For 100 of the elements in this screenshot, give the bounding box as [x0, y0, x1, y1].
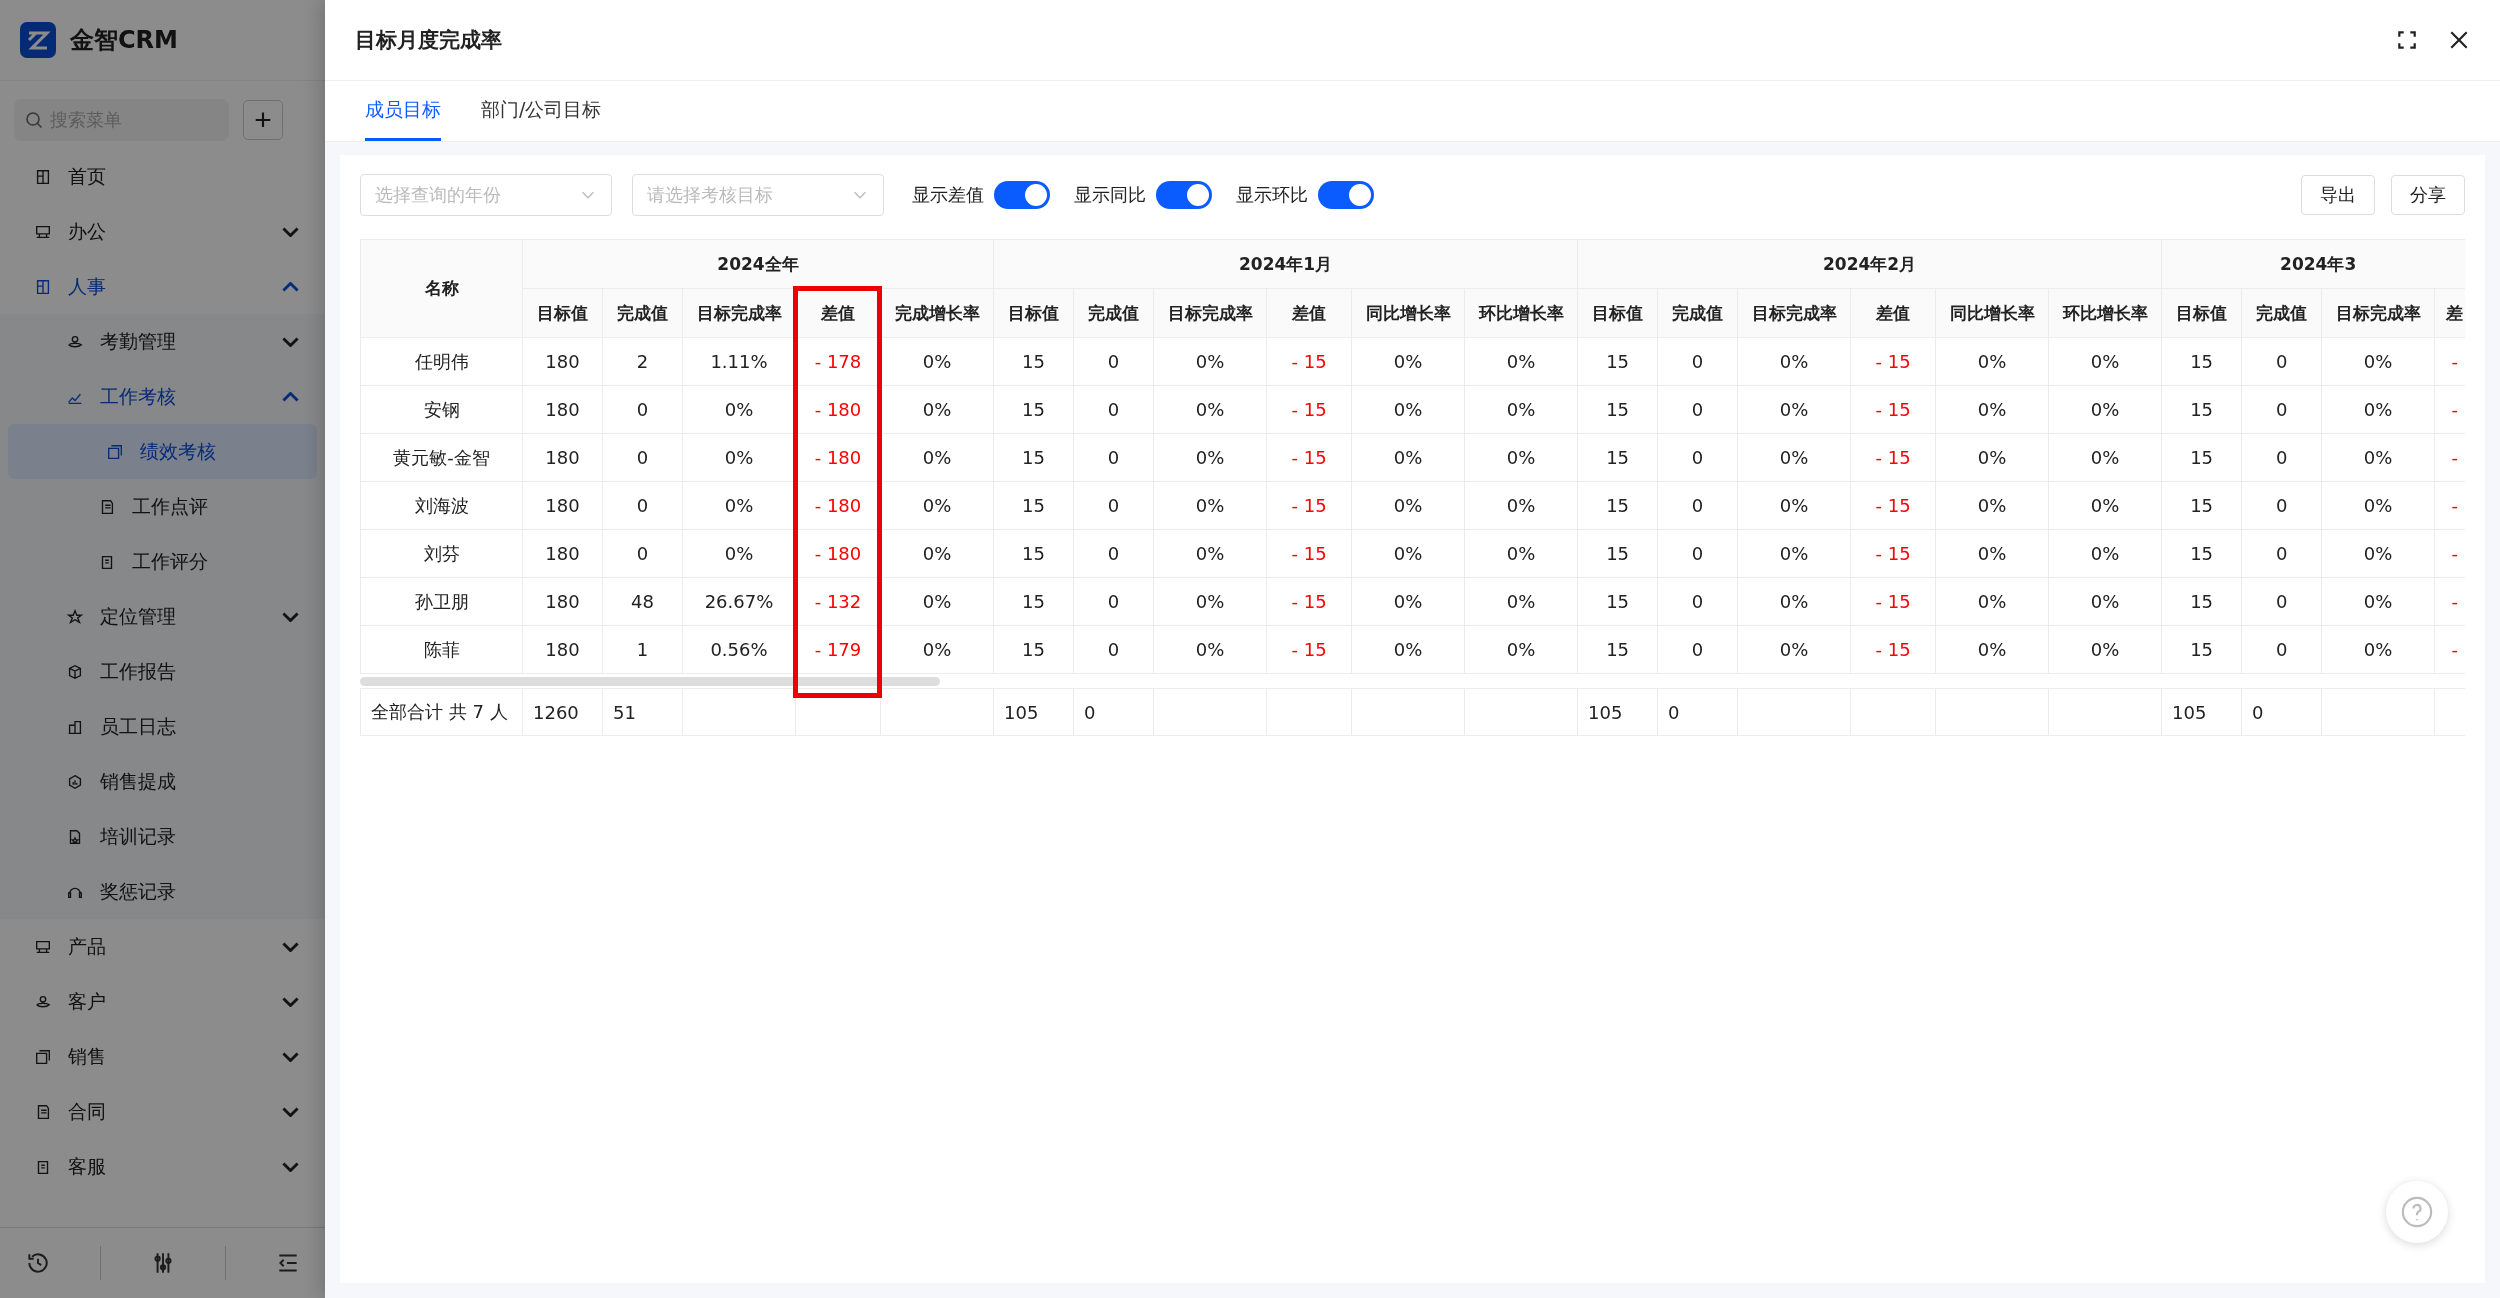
sidebar-item[interactable]: 工作考核 [0, 369, 325, 424]
table-cell: 0% [2321, 337, 2435, 386]
table-cell: 0% [1153, 577, 1267, 626]
table-cell: 0 [2241, 625, 2322, 674]
menu-item-icon [66, 607, 84, 626]
sidebar-item[interactable]: 办公 [0, 204, 325, 259]
column-header: 目标完成率 [682, 288, 796, 338]
table-cell: 0% [2048, 481, 2162, 530]
table-cell: 15 [1577, 337, 1658, 386]
table-cell: 0% [1351, 481, 1465, 530]
sidebar-item[interactable]: 工作报告 [0, 644, 325, 699]
sidebar-item[interactable]: 首页 [0, 149, 325, 204]
table-cell: 15 [2161, 481, 2242, 530]
sidebar-item[interactable]: 合同 [0, 1084, 325, 1139]
column-header: 目标完成率 [2321, 288, 2435, 338]
column-header: 目标值 [522, 288, 603, 338]
column-header: 完成值 [2241, 288, 2322, 338]
action-button[interactable]: 分享 [2391, 175, 2465, 215]
table-cell: 0% [2321, 481, 2435, 530]
menu-item-icon [66, 662, 84, 681]
table-cell: 0% [1935, 625, 2049, 674]
table-cell: 180 [522, 433, 603, 482]
toggle-switch[interactable] [994, 181, 1050, 209]
table-cell: 0 [2241, 481, 2322, 530]
table-cell: 105 [993, 688, 1074, 736]
table-cell: 1 [602, 625, 683, 674]
sidebar-item[interactable]: 销售 [0, 1029, 325, 1084]
column-header: 环比增长率 [1464, 288, 1578, 338]
table-cell: 0 [1657, 433, 1738, 482]
table-cell: 0% [1464, 337, 1578, 386]
sidebar-item[interactable]: 绩效考核 [8, 424, 317, 479]
table-cell: 任明伟 [360, 337, 523, 386]
table-cell: 0 [602, 529, 683, 578]
table-cell: 0% [2321, 433, 2435, 482]
sidebar-item[interactable]: 考勤管理 [0, 314, 325, 369]
table-cell: 0% [2321, 625, 2435, 674]
sidebar-item[interactable]: 产品 [0, 919, 325, 974]
sidebar-item[interactable]: 工作评分 [0, 534, 325, 589]
chevron-down-icon [282, 996, 299, 1007]
table-cell: 180 [522, 337, 603, 386]
table-cell: 0 [1073, 385, 1154, 434]
table-cell: 黄元敏-金智 [360, 433, 523, 482]
scrollbar-thumb[interactable] [360, 676, 940, 686]
group-header: 2024年2月 [1577, 239, 2162, 289]
table-cell: 0% [1464, 433, 1578, 482]
table-cell: 0% [1464, 529, 1578, 578]
table-cell: 0 [2241, 385, 2322, 434]
add-button[interactable]: + [243, 100, 283, 140]
sidebar-item[interactable]: 培训记录 [0, 809, 325, 864]
toggle-switch[interactable] [1318, 181, 1374, 209]
table-cell: 0 [602, 433, 683, 482]
table-cell: 51 [602, 688, 683, 736]
sidebar-item[interactable]: 人事 [0, 259, 325, 314]
table-cell: 180 [522, 529, 603, 578]
table-cell: 0 [1657, 337, 1738, 386]
sidebar-item[interactable]: 销售提成 [0, 754, 325, 809]
sidebar-item[interactable]: 工作点评 [0, 479, 325, 534]
table-cell: 0% [1351, 337, 1465, 386]
brand-name: 金智CRM [70, 25, 178, 56]
table-cell: 0% [1153, 625, 1267, 674]
column-header: 差值 [1850, 288, 1936, 338]
table-cell: 0 [602, 385, 683, 434]
column-header: 名称 [360, 239, 523, 338]
table-cell: 0% [1737, 385, 1851, 434]
column-header: 完成值 [602, 288, 683, 338]
table-cell: 0% [2321, 577, 2435, 626]
table-cell: 105 [2161, 688, 2242, 736]
tab[interactable]: 部门/公司目标 [481, 81, 602, 141]
close-icon[interactable] [2448, 29, 2470, 51]
table-cell: 0 [1073, 625, 1154, 674]
table-cell: 0 [1657, 481, 1738, 530]
table-cell: 0 [1073, 577, 1154, 626]
fullscreen-icon[interactable] [2396, 29, 2418, 51]
table-cell: - 15 [1850, 337, 1936, 386]
toggle-label: 显示差值 [912, 183, 984, 207]
sidebar-item[interactable]: 员工日志 [0, 699, 325, 754]
table-cell: 0% [1737, 433, 1851, 482]
table-cell: 0% [1153, 337, 1267, 386]
table-cell: - 15 [1850, 481, 1936, 530]
table-cell: 180 [522, 625, 603, 674]
table-cell: - 15 [1266, 433, 1352, 482]
table-cell: 15 [993, 529, 1074, 578]
table-cell: 0% [1737, 577, 1851, 626]
table-cell: 0% [880, 385, 994, 434]
sidebar-item[interactable]: 客户 [0, 974, 325, 1029]
table-cell: 0% [2048, 577, 2162, 626]
sidebar-item[interactable]: 奖惩记录 [0, 864, 325, 919]
toggle-switch[interactable] [1156, 181, 1212, 209]
table-cell: - 15 [1266, 625, 1352, 674]
table-cell: 0% [1935, 529, 2049, 578]
sidebar-item[interactable]: 客服 [0, 1139, 325, 1194]
action-button[interactable]: 导出 [2301, 175, 2375, 215]
table-cell: 0% [1153, 529, 1267, 578]
column-header: 环比增长率 [2048, 288, 2162, 338]
table-cell: 0% [1737, 337, 1851, 386]
column-header: 差值 [1266, 288, 1352, 338]
table-cell: 0% [1464, 481, 1578, 530]
column-header: 目标完成率 [1153, 288, 1267, 338]
sidebar-item[interactable]: 定位管理 [0, 589, 325, 644]
table-cell: 180 [522, 577, 603, 626]
